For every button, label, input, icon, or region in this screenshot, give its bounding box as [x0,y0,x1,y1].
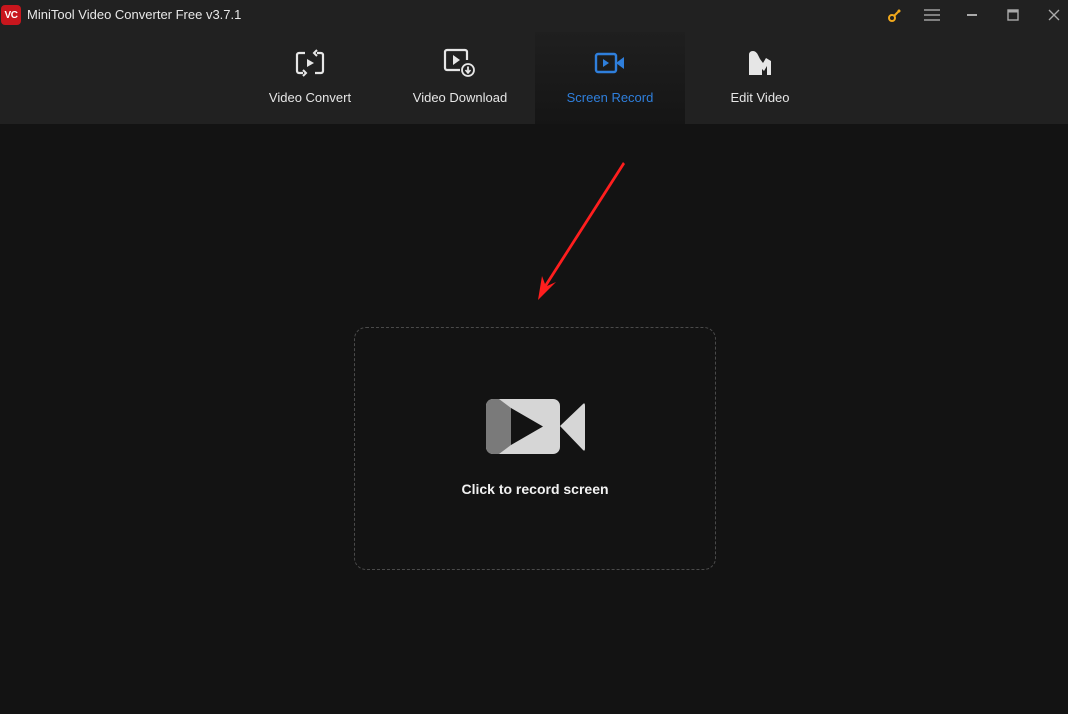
logo-text: VC [4,9,18,21]
record-screen-button[interactable]: Click to record screen [354,327,716,570]
minimize-button[interactable] [960,4,984,26]
maximize-button[interactable] [1001,4,1025,26]
video-download-icon [443,48,475,77]
key-button[interactable] [883,4,907,26]
menu-button[interactable] [920,4,944,26]
tab-label: Edit Video [730,90,790,105]
key-icon [888,9,901,22]
tab-label: Screen Record [566,90,654,105]
close-button[interactable] [1042,4,1066,26]
screen-record-icon [594,52,624,74]
maximize-icon [1007,9,1019,21]
menu-icon [924,9,940,21]
screen-record-panel: Click to record screen [0,124,1068,714]
close-icon [1048,9,1060,21]
tab-screen-record[interactable]: Screen Record [535,32,685,124]
video-convert-icon [295,49,325,77]
main-nav: Video Convert Video Download Screen Reco… [0,32,1068,124]
record-label: Click to record screen [461,481,609,497]
tab-edit-video[interactable]: Edit Video [685,32,835,124]
tab-label: Video Convert [268,90,352,105]
edit-video-icon [749,51,771,75]
minimize-icon [967,14,977,16]
tab-video-convert[interactable]: Video Convert [235,32,385,124]
title-bar: VC MiniTool Video Converter Free v3.7.1 [0,0,1068,32]
app-title: MiniTool Video Converter Free v3.7.1 [27,7,242,22]
camera-play-icon [486,399,585,454]
annotation-arrow [538,162,625,300]
tab-video-download[interactable]: Video Download [385,32,535,124]
app-logo: VC [1,5,21,25]
tab-label: Video Download [412,90,508,105]
